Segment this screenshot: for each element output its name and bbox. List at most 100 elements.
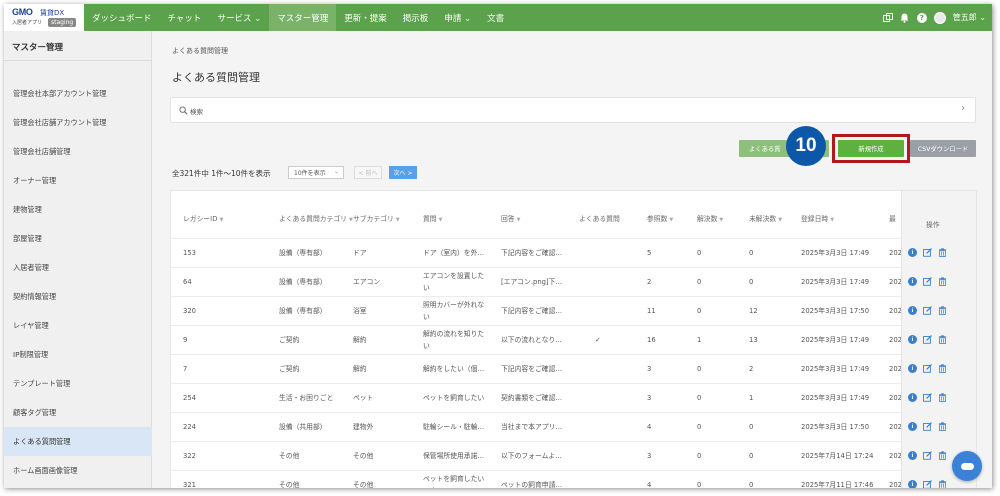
- info-icon[interactable]: i: [908, 306, 917, 315]
- edit-icon[interactable]: [923, 451, 932, 460]
- info-icon[interactable]: i: [908, 364, 917, 373]
- trash-icon[interactable]: [938, 480, 947, 488]
- edit-icon[interactable]: [923, 306, 932, 315]
- trash-icon[interactable]: [938, 306, 947, 315]
- row-actions: i: [908, 451, 947, 460]
- nav-item[interactable]: 掲示板: [395, 4, 437, 31]
- edit-icon[interactable]: [923, 422, 932, 431]
- trash-icon[interactable]: [938, 451, 947, 460]
- app-logo[interactable]: GMO 賃貸DX 入居者アプリ staging: [4, 4, 84, 31]
- column-header[interactable]: 回答 ▼: [501, 214, 520, 226]
- sidebar-item[interactable]: 建物管理: [4, 195, 152, 224]
- edit-icon[interactable]: [923, 480, 932, 488]
- trash-icon[interactable]: [938, 335, 947, 344]
- sort-icon[interactable]: ▼: [830, 217, 834, 223]
- trash-icon[interactable]: [938, 422, 947, 431]
- info-icon[interactable]: i: [908, 480, 917, 488]
- edit-icon[interactable]: [923, 277, 932, 286]
- info-icon[interactable]: i: [908, 248, 917, 257]
- sidebar-item[interactable]: 契約情報管理: [4, 282, 152, 311]
- csv-download-button[interactable]: CSVダウンロード: [910, 140, 976, 157]
- sort-icon[interactable]: ▼: [219, 217, 223, 223]
- nav-item[interactable]: ダッシュボード: [84, 4, 160, 31]
- main-content: よくある質問管理 よくある質問管理 検索 › よくある質 新規作成 CSVダウン…: [152, 31, 992, 488]
- window-switch-icon[interactable]: [882, 12, 893, 23]
- table-cell-answer: ペットの飼育申請…: [501, 481, 563, 488]
- chat-launcher-button[interactable]: [952, 451, 982, 481]
- trash-icon[interactable]: [938, 277, 947, 286]
- search-panel[interactable]: 検索 ›: [170, 97, 976, 123]
- info-icon[interactable]: i: [908, 277, 917, 286]
- sidebar-item[interactable]: オーナー管理: [4, 166, 152, 195]
- table-cell-unsolved: 13: [749, 336, 758, 344]
- row-actions: i: [908, 335, 947, 344]
- table-cell-solved: 0: [697, 481, 702, 488]
- sidebar-item[interactable]: レイヤ管理: [4, 311, 152, 340]
- help-icon[interactable]: ?: [916, 12, 927, 23]
- column-header[interactable]: よくある質問カテゴリ ▼: [279, 214, 357, 226]
- column-header[interactable]: 解決数 ▼: [697, 214, 723, 226]
- info-icon[interactable]: i: [908, 335, 917, 344]
- nav-item[interactable]: 文書: [479, 4, 512, 31]
- next-page-button[interactable]: 次へ >: [389, 166, 417, 179]
- trash-icon[interactable]: [938, 393, 947, 402]
- table-cell-question: 解約をしたい（個…: [423, 365, 485, 373]
- edit-icon[interactable]: [923, 364, 932, 373]
- info-icon[interactable]: i: [908, 451, 917, 460]
- edit-icon[interactable]: [923, 335, 932, 344]
- table-cell-views: 11: [647, 307, 656, 315]
- nav-menu: ダッシュボード チャット サービス ⌄ マスター管理 更新・提案 掲示板 申請 ⌄ 文書: [84, 4, 512, 31]
- sort-icon[interactable]: ▼: [669, 217, 673, 223]
- prev-page-button[interactable]: < 前へ: [354, 166, 382, 179]
- column-header[interactable]: よくある質問: [579, 214, 620, 225]
- breadcrumb[interactable]: よくある質問管理: [172, 46, 228, 56]
- trash-icon[interactable]: [938, 364, 947, 373]
- table-cell-question: 駐輪シール・駐輪…: [423, 423, 485, 431]
- edit-icon[interactable]: [923, 393, 932, 402]
- sidebar-item[interactable]: テンプレート管理: [4, 369, 152, 398]
- sort-icon[interactable]: ▼: [719, 217, 723, 223]
- sidebar-item[interactable]: 顧客タグ管理: [4, 398, 152, 427]
- sort-icon[interactable]: ▼: [778, 217, 782, 223]
- row-divider: [171, 238, 901, 239]
- sidebar-item[interactable]: 入居者管理: [4, 253, 152, 282]
- trash-icon[interactable]: [938, 248, 947, 257]
- info-icon[interactable]: i: [908, 393, 917, 402]
- chevron-right-icon[interactable]: ›: [961, 103, 965, 114]
- column-header[interactable]: 質問 ▼: [423, 214, 442, 226]
- table-cell-created: 2025年3月3日 17:50: [801, 423, 870, 431]
- column-header[interactable]: 最: [889, 214, 896, 225]
- column-header[interactable]: 参照数 ▼: [647, 214, 673, 226]
- info-icon[interactable]: i: [908, 422, 917, 431]
- per-page-select[interactable]: 10件を表示 ⌄: [288, 166, 344, 179]
- table-cell-solved: 0: [697, 423, 702, 431]
- avatar[interactable]: [933, 11, 946, 24]
- column-header[interactable]: 未解決数 ▼: [749, 214, 782, 226]
- table-cell-unsolved: 12: [749, 307, 758, 315]
- bell-icon[interactable]: [900, 13, 910, 23]
- column-header[interactable]: 登録日時 ▼: [801, 214, 834, 226]
- user-menu[interactable]: 管五郎 ⌄: [953, 12, 986, 23]
- sidebar-item[interactable]: IP制限管理: [4, 340, 152, 369]
- nav-right: ? 管五郎 ⌄: [882, 11, 992, 24]
- column-header[interactable]: レガシーID ▼: [183, 214, 223, 226]
- sort-icon[interactable]: ▼: [517, 217, 521, 223]
- nav-item[interactable]: 申請 ⌄: [436, 4, 479, 31]
- sidebar-item[interactable]: ホーム画面画像管理: [4, 456, 152, 485]
- nav-item[interactable]: 更新・提案: [336, 4, 395, 31]
- table-cell-created: 2025年3月3日 17:49: [801, 336, 870, 344]
- edit-icon[interactable]: [923, 248, 932, 257]
- sidebar-item[interactable]: よくある質問管理: [4, 427, 152, 456]
- sidebar-item[interactable]: 部屋管理: [4, 224, 152, 253]
- sort-icon[interactable]: ▼: [396, 217, 400, 223]
- sidebar-item[interactable]: 管理会社本部アカウント管理: [4, 79, 152, 108]
- sort-icon[interactable]: ▼: [439, 217, 443, 223]
- sidebar-item[interactable]: 管理会社店舗管理: [4, 137, 152, 166]
- env-badge: staging: [48, 18, 77, 27]
- highlight-box: [832, 134, 910, 163]
- nav-item[interactable]: サービス ⌄: [209, 4, 269, 31]
- nav-item[interactable]: マスター管理: [269, 4, 337, 31]
- nav-item[interactable]: チャット: [160, 4, 210, 31]
- column-header[interactable]: サブカテゴリ ▼: [353, 214, 400, 226]
- sidebar-item[interactable]: 管理会社店舗アカウント管理: [4, 108, 152, 137]
